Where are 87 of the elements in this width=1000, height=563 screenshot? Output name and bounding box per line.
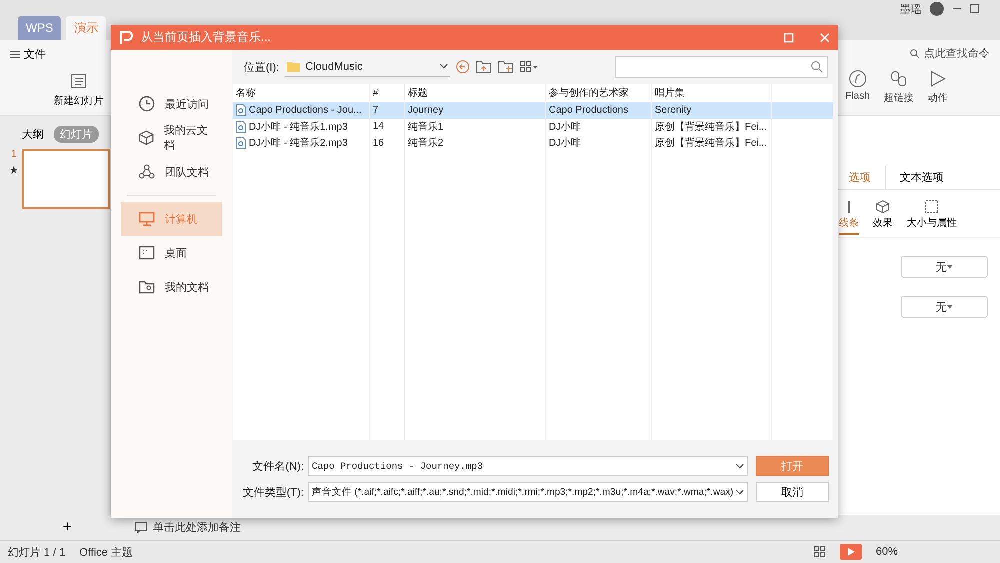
filename-label: 文件名(N): — [252, 460, 304, 474]
sidebar-item[interactable]: 我的云文档 — [121, 121, 222, 155]
file-row[interactable]: Capo Productions - Jou... 7 Journey Capo Productions Serenity — [233, 102, 833, 118]
chevron-icon — [736, 490, 744, 494]
grid-view-icon[interactable] — [814, 546, 826, 558]
ribbon-button[interactable]: 超链接 — [884, 69, 914, 105]
app-logo-icon — [119, 30, 133, 44]
close-icon[interactable] — [820, 32, 830, 42]
table-cell: 16 — [373, 138, 384, 149]
slide-thumbnail[interactable] — [22, 149, 110, 209]
monitor-icon — [139, 211, 155, 227]
star-icon — [10, 166, 18, 174]
command-search-field[interactable]: 点此查找命令 — [924, 46, 990, 61]
sidebar-item[interactable]: 最近访问 — [121, 87, 222, 121]
menu-icon — [10, 50, 20, 58]
folder-up-icon[interactable] — [476, 60, 492, 74]
desktop-icon — [139, 245, 155, 261]
search-icon — [811, 61, 823, 73]
table-cell: Serenity — [655, 104, 692, 116]
cancel-button[interactable]: 取消 — [756, 482, 829, 502]
play-icon — [846, 548, 855, 556]
slideshow-button[interactable] — [840, 544, 862, 560]
audio-file-icon — [236, 120, 246, 133]
zoom-level[interactable]: 60% — [876, 546, 898, 558]
cube-icon — [876, 200, 890, 214]
caret-icon — [947, 265, 953, 269]
panel-subtab[interactable]: 效果 — [873, 200, 893, 235]
sidebar-item[interactable]: 团队文档 — [121, 155, 222, 189]
table-cell-text: DJ小啡 - 纯音乐1.mp3 — [249, 120, 348, 134]
ribbon-button[interactable]: Flash — [846, 69, 870, 105]
audio-file-icon — [236, 137, 246, 150]
notes-placeholder[interactable]: 单击此处添加备注 — [153, 520, 241, 535]
table-cell-text: 纯音乐2 — [408, 136, 444, 150]
table-cell: 14 — [373, 121, 384, 132]
user-name: 墨瑶 — [900, 2, 922, 16]
view-grid-icon[interactable] — [520, 61, 538, 73]
panel-subtab[interactable]: 大小与属性 — [907, 200, 957, 235]
chevron-icon — [736, 464, 744, 468]
cube-icon — [139, 130, 154, 146]
new-slide-button[interactable]: 新建幻灯片 — [54, 72, 104, 108]
filetype-dropdown[interactable]: 声音文件 (*.aif;*.aifc;*.aiff;*.au;*.snd;*.mid;*.midi;*.rmi;*.mp3;*.mp2;*.m3u;*.m4a;*.wav;*.wma;*.wax) — [308, 482, 748, 502]
note-icon — [135, 522, 147, 533]
filename-field[interactable]: Capo Productions - Journey.mp3 — [308, 456, 748, 476]
audio-file-icon — [236, 104, 246, 116]
team-icon — [139, 164, 155, 180]
theme-name: Office 主题 — [79, 546, 134, 560]
table-cell-text: DJ小啡 - 纯音乐2.mp3 — [249, 136, 348, 150]
pane-tab[interactable]: 大纲 — [16, 126, 50, 143]
panel-tab[interactable]: 文本选项 — [886, 166, 958, 189]
folder-icon — [287, 61, 300, 72]
file-menu[interactable]: 文件 — [0, 40, 56, 69]
link-icon — [889, 69, 909, 89]
slide-counter: 幻灯片 1 / 1 — [8, 546, 66, 560]
table-cell-text: DJ小啡 — [549, 120, 582, 134]
line-icon — [848, 200, 850, 214]
table-cell: Capo Productions - Jou... — [249, 104, 362, 116]
new-folder-icon[interactable] — [498, 60, 514, 74]
sidebar-item[interactable]: 桌面 — [121, 236, 222, 270]
table-cell-text: 纯音乐1 — [408, 120, 444, 134]
table-cell: 7 — [373, 104, 379, 116]
caret-icon — [947, 305, 953, 309]
filetype-label: 文件类型(T): — [242, 486, 304, 500]
table-cell-text: 原创【背景纯音乐】Fei... — [655, 136, 768, 150]
slide-number: 1 — [11, 149, 17, 160]
maximize-icon[interactable] — [970, 4, 980, 14]
chevron-icon — [440, 64, 448, 69]
file-row[interactable]: DJ小啡 - 纯音乐1.mp3 14 纯音乐1 DJ小啡 原创【背景纯音乐】Fei... — [233, 118, 833, 135]
dropdown[interactable]: 无 — [901, 296, 988, 318]
table-cell-text: DJ小啡 — [549, 136, 582, 150]
clock-icon — [139, 96, 155, 112]
add-slide-button[interactable]: + — [0, 518, 135, 538]
search-field[interactable] — [615, 56, 828, 78]
slide-icon — [70, 72, 88, 90]
table-cell-text: 原创【背景纯音乐】Fei... — [655, 120, 768, 134]
location-label: 位置(I): — [244, 60, 280, 74]
table-cell: Capo Productions — [549, 104, 628, 116]
frame-icon — [925, 200, 939, 214]
avatar-icon[interactable] — [930, 2, 944, 16]
ribbon-button[interactable]: 动作 — [928, 69, 948, 105]
sidebar-item[interactable]: 我的文档 — [121, 270, 222, 304]
folder-user-icon — [139, 279, 155, 295]
dropdown[interactable]: 无 — [901, 256, 988, 278]
dialog-title: 从当前页插入背景音乐... — [141, 29, 272, 46]
back-icon[interactable] — [456, 60, 470, 74]
file-row[interactable]: DJ小啡 - 纯音乐2.mp3 16 纯音乐2 DJ小啡 原创【背景纯音乐】Fei... — [233, 135, 833, 152]
table-cell: Journey — [408, 104, 444, 116]
search-icon — [910, 48, 920, 58]
